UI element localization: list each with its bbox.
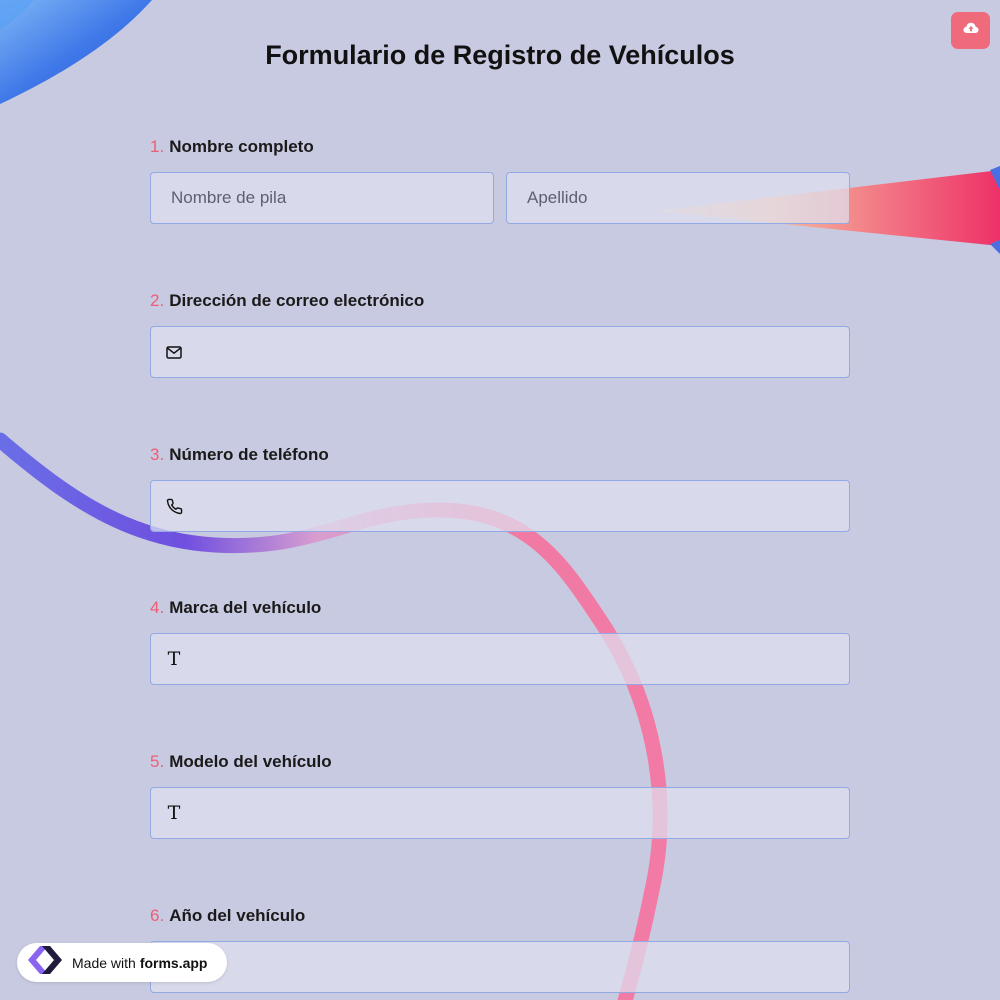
- first-name-input[interactable]: [151, 173, 493, 223]
- question-number: 4.: [150, 598, 165, 617]
- question-vehicle-make: 4. Marca del vehículo T: [150, 597, 850, 685]
- cloud-upload-icon: [963, 21, 979, 40]
- vehicle-model-input[interactable]: [151, 788, 849, 838]
- question-label: 4. Marca del vehículo: [150, 597, 850, 619]
- question-number: 3.: [150, 445, 165, 464]
- question-text: Número de teléfono: [169, 445, 329, 464]
- question-vehicle-model: 5. Modelo del vehículo T: [150, 751, 850, 839]
- made-with-badge[interactable]: Made with forms.app: [17, 943, 227, 982]
- form-title: Formulario de Registro de Vehículos: [265, 40, 735, 70]
- vehicle-year-field: [150, 941, 850, 993]
- question-number: 1.: [150, 137, 165, 156]
- upload-button[interactable]: [951, 12, 990, 49]
- question-number: 6.: [150, 906, 165, 925]
- question-phone: 3. Número de teléfono: [150, 444, 850, 532]
- question-label: 1. Nombre completo: [150, 136, 850, 158]
- question-email: 2. Dirección de correo electrónico: [150, 290, 850, 378]
- email-field: [150, 326, 850, 378]
- question-text: Modelo del vehículo: [169, 752, 332, 771]
- name-fields-row: [150, 172, 850, 224]
- phone-input[interactable]: [151, 481, 849, 531]
- badge-prefix: Made with: [72, 954, 136, 971]
- vehicle-year-input[interactable]: [151, 942, 849, 992]
- question-number: 2.: [150, 291, 165, 310]
- question-text: Nombre completo: [169, 137, 314, 156]
- question-full-name: 1. Nombre completo: [150, 136, 850, 224]
- question-text: Año del vehículo: [169, 906, 306, 925]
- vehicle-make-field: T: [150, 633, 850, 685]
- question-number: 5.: [150, 752, 165, 771]
- question-label: 2. Dirección de correo electrónico: [150, 290, 850, 312]
- first-name-field: [150, 172, 494, 224]
- last-name-input[interactable]: [507, 173, 849, 223]
- badge-brand: forms.app: [139, 954, 208, 971]
- vehicle-make-input[interactable]: [151, 634, 849, 684]
- forms-app-logo-icon: [26, 944, 64, 981]
- phone-field: [150, 480, 850, 532]
- question-text: Dirección de correo electrónico: [169, 291, 425, 310]
- question-label: 5. Modelo del vehículo: [150, 751, 850, 773]
- email-input[interactable]: [151, 327, 849, 377]
- question-label: 3. Número de teléfono: [150, 444, 850, 466]
- last-name-field: [506, 172, 850, 224]
- question-label: 6. Año del vehículo: [150, 905, 850, 927]
- question-text: Marca del vehículo: [169, 598, 322, 617]
- question-vehicle-year: 6. Año del vehículo: [150, 905, 850, 993]
- vehicle-model-field: T: [150, 787, 850, 839]
